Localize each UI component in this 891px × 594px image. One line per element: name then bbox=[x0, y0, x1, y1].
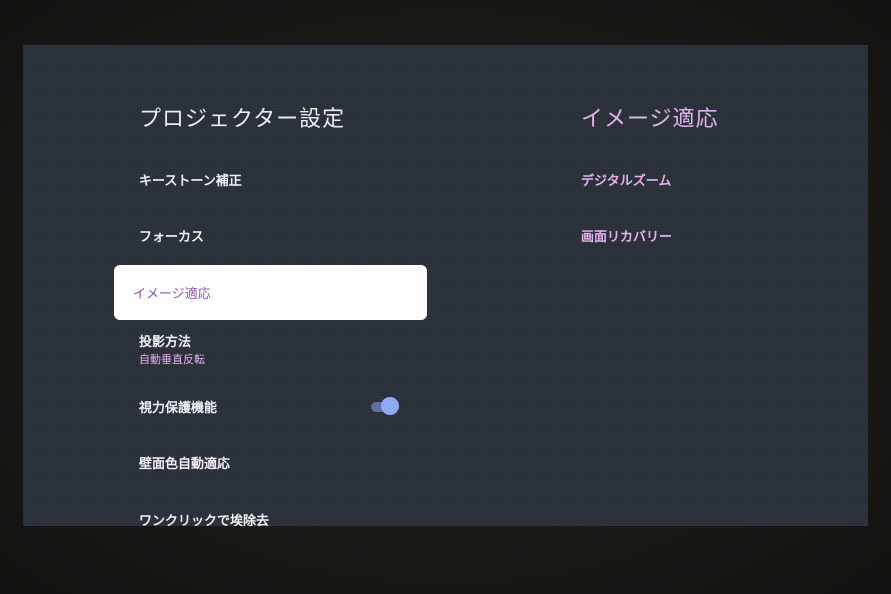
menu-item-keystone[interactable]: キーストーン補正 bbox=[139, 170, 242, 189]
projector-frame: プロジェクター設定 キーストーン補正 フォーカス イメージ適応 投影方法 自動垂… bbox=[0, 0, 891, 594]
menu-item-projection[interactable]: 投影方法 bbox=[139, 331, 191, 350]
menu-item-wall-color[interactable]: 壁面色自動適応 bbox=[139, 453, 230, 472]
submenu-item-screen-recovery[interactable]: 画面リカバリー bbox=[581, 226, 672, 245]
page-title: プロジェクター設定 bbox=[139, 107, 346, 132]
projection-value: 自動垂直反転 bbox=[139, 353, 205, 366]
settings-screen: プロジェクター設定 キーストーン補正 フォーカス イメージ適応 投影方法 自動垂… bbox=[23, 45, 868, 526]
menu-item-dust-removal[interactable]: ワンクリックで埃除去 bbox=[139, 510, 269, 526]
eye-protection-toggle[interactable] bbox=[371, 397, 399, 415]
submenu-title: イメージ適応 bbox=[581, 107, 719, 132]
toggle-knob bbox=[381, 397, 399, 415]
menu-item-focus[interactable]: フォーカス bbox=[139, 226, 204, 245]
menu-item-label: イメージ適応 bbox=[133, 287, 211, 302]
menu-item-image-adapt[interactable]: イメージ適応 bbox=[114, 265, 427, 320]
submenu-item-digital-zoom[interactable]: デジタルズーム bbox=[581, 170, 671, 189]
menu-item-eye-protection[interactable]: 視力保護機能 bbox=[139, 397, 217, 416]
